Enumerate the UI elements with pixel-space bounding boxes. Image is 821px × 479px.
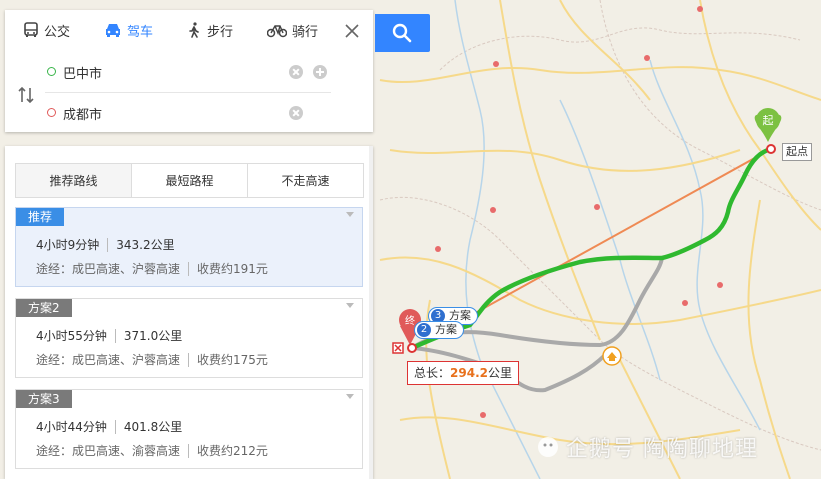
route-via: 途经：成巴高速、渝蓉高速 [36, 444, 181, 458]
poi-home-icon[interactable] [602, 346, 622, 366]
route-card-1[interactable]: 推荐 4小时9分钟 343.2公里 途经：成巴高速、沪蓉高速 收费约191元 [15, 207, 363, 287]
route-distance: 371.0公里 [123, 329, 183, 343]
add-waypoint-icon[interactable] [313, 65, 327, 79]
total-unit: 公里 [487, 366, 512, 380]
separator [188, 443, 190, 458]
start-row [5, 54, 373, 92]
car-icon [106, 24, 120, 37]
chevron-down-icon[interactable] [346, 303, 354, 308]
route-summary: 4小时9分钟 343.2公里 [36, 236, 175, 253]
tab-no-highway[interactable]: 不走高速 [248, 164, 363, 197]
route-search-panel: 公交 驾车 步行 骑行 [5, 10, 373, 132]
route-distance: 343.2公里 [116, 238, 175, 252]
bike-icon [267, 25, 287, 38]
chevron-down-icon[interactable] [346, 212, 354, 217]
route-preference-tabs: 推荐路线 最短路程 不走高速 [15, 163, 364, 198]
route-details: 途经：成巴高速、渝蓉高速 收费约212元 [36, 442, 268, 459]
mode-walk[interactable]: 步行 [186, 20, 233, 40]
mode-bus-label: 公交 [44, 24, 71, 40]
route-toll: 收费约212元 [197, 444, 268, 458]
mode-car[interactable]: 驾车 [104, 20, 153, 40]
start-marker-text: 起 [763, 114, 774, 127]
route-card-3[interactable]: 方案3 4小时44分钟 401.8公里 途经：成巴高速、渝蓉高速 收费约212元 [15, 389, 363, 469]
route-badge: 推荐 [16, 208, 65, 226]
watermark: 企鹅号 陶陶聊地理 [536, 431, 758, 463]
watermark-text: 企鹅号 陶陶聊地理 [566, 437, 758, 462]
total-value: 294.2 [450, 366, 488, 380]
scrollbar[interactable] [369, 146, 373, 479]
start-dot-icon [47, 67, 56, 76]
separator [188, 352, 190, 367]
end-marker-text: 终 [405, 314, 415, 327]
chevron-down-icon[interactable] [346, 394, 354, 399]
end-dot-icon [47, 108, 56, 117]
route-time: 4小时55分钟 [36, 329, 107, 343]
tab-recommended[interactable]: 推荐路线 [16, 164, 132, 197]
input-divider [45, 92, 331, 93]
route-via: 途经：成巴高速、沪蓉高速 [36, 353, 181, 367]
plan-2-text: 方案 [435, 323, 457, 336]
end-row [5, 95, 373, 133]
route-details: 途经：成巴高速、沪蓉高速 收费约175元 [36, 351, 268, 368]
start-point-label: 起点 [782, 143, 812, 161]
separator [107, 237, 109, 252]
mode-car-label: 驾车 [127, 24, 154, 40]
route-summary: 4小时55分钟 371.0公里 [36, 327, 182, 344]
start-input[interactable] [63, 60, 283, 84]
route-time: 4小时9分钟 [36, 238, 100, 252]
search-button[interactable] [375, 14, 430, 52]
plan-2-num: 2 [417, 323, 431, 337]
search-icon [392, 23, 412, 43]
mode-bike-label: 骑行 [292, 24, 319, 40]
close-icon[interactable] [343, 22, 361, 40]
clear-end-icon[interactable] [289, 106, 303, 120]
mode-bus[interactable]: 公交 [23, 20, 70, 40]
route-distance: 401.8公里 [123, 420, 183, 434]
walk-icon [189, 22, 199, 38]
tab-shortest[interactable]: 最短路程 [132, 164, 248, 197]
clear-start-icon[interactable] [289, 65, 303, 79]
end-input[interactable] [63, 101, 283, 125]
swap-icon[interactable] [15, 84, 37, 106]
mode-walk-label: 步行 [207, 24, 234, 40]
route-badge: 方案2 [16, 299, 72, 317]
total-distance-callout: 总长：294.2公里 [407, 361, 519, 385]
mode-bike[interactable]: 骑行 [267, 20, 318, 40]
route-card-2[interactable]: 方案2 4小时55分钟 371.0公里 途经：成巴高速、沪蓉高速 收费约175元 [15, 298, 363, 378]
route-badge: 方案3 [16, 390, 72, 408]
separator [114, 328, 116, 343]
route-toll: 收费约175元 [197, 353, 268, 367]
separator [188, 261, 190, 276]
travel-mode-tabs: 公交 驾车 步行 骑行 [5, 10, 373, 50]
route-via: 途经：成巴高速、沪蓉高速 [36, 262, 181, 276]
route-toll: 收费约191元 [197, 262, 268, 276]
plan-2-tag[interactable]: 2 方案 [414, 321, 464, 339]
total-label: 总长： [414, 366, 451, 380]
route-time: 4小时44分钟 [36, 420, 107, 434]
separator [114, 419, 116, 434]
route-details: 途经：成巴高速、沪蓉高速 收费约191元 [36, 260, 268, 277]
bus-icon [24, 22, 38, 37]
route-results-panel: 推荐路线 最短路程 不走高速 推荐 4小时9分钟 343.2公里 途经：成巴高速、… [5, 146, 373, 479]
penguin-icon [538, 437, 558, 457]
route-summary: 4小时44分钟 401.8公里 [36, 418, 182, 435]
